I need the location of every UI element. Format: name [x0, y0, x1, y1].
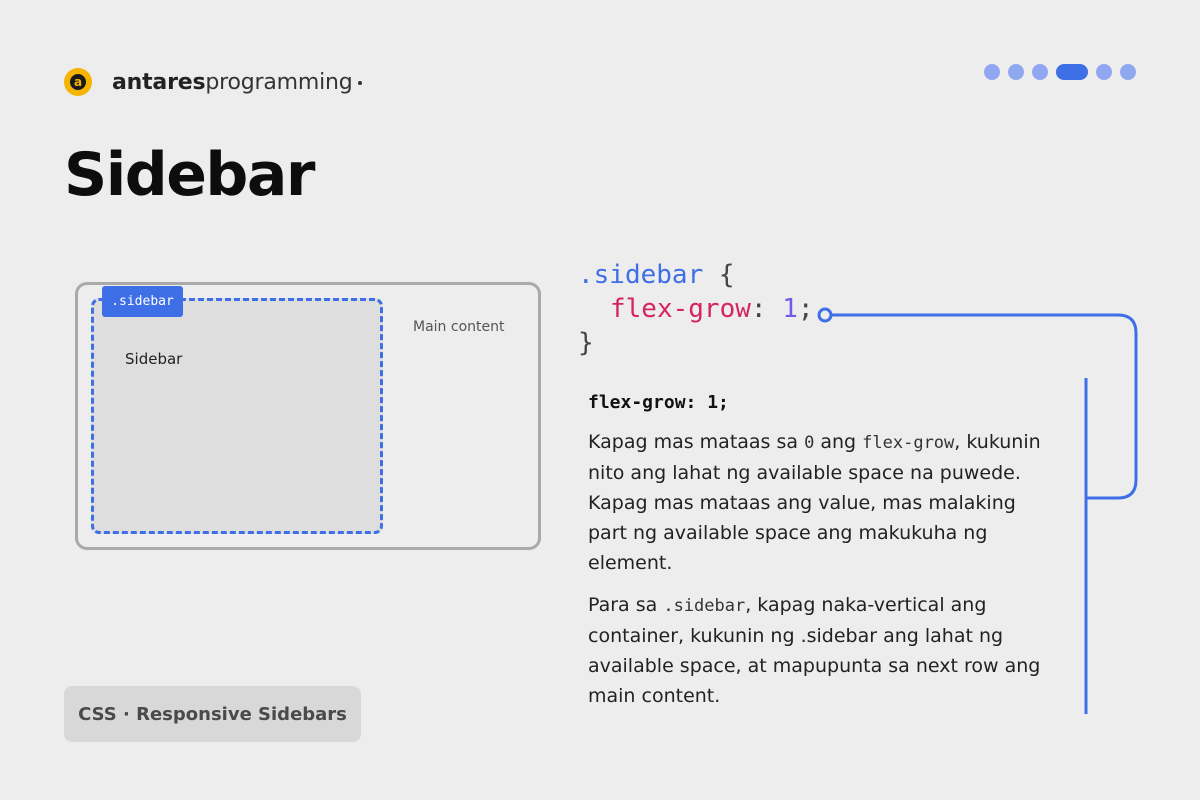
brand-dot — [357, 80, 362, 85]
description-paragraph-1: Kapag mas mataas sa 0 ang flex-grow, kuk… — [588, 427, 1058, 578]
code-close-brace: } — [578, 328, 594, 358]
sidebar-diagram-box: Sidebar — [91, 298, 383, 534]
sidebar-class-tag: .sidebar — [102, 286, 183, 317]
code-selector: .sidebar — [578, 260, 704, 290]
p1-text-mid: ang — [814, 431, 863, 453]
description-heading: flex-grow: 1; — [588, 392, 729, 413]
layout-diagram-container: Sidebar .sidebar Main content — [75, 282, 541, 550]
code-open-brace: { — [718, 260, 735, 290]
p1-text-pre: Kapag mas mataas sa — [588, 431, 805, 453]
pager-dot — [1096, 64, 1112, 80]
series-tag: CSS · Responsive Sidebars — [64, 686, 361, 742]
p1-code-zero: 0 — [804, 433, 815, 453]
p2-text-pre: Para sa — [588, 594, 664, 616]
pager-dot — [984, 64, 1000, 80]
pager-dot-active — [1056, 64, 1088, 80]
code-property: flex-grow — [610, 294, 751, 324]
logo-glyph: a — [70, 74, 86, 90]
brand-name-light: programming — [205, 69, 353, 95]
page-title: Sidebar — [64, 140, 315, 210]
sidebar-diagram-label: Sidebar — [125, 350, 183, 368]
description-paragraph-2: Para sa .sidebar, kapag naka-vertical an… — [588, 590, 1058, 711]
p2-code-sidebar: .sidebar — [663, 596, 746, 616]
slide-pager — [984, 64, 1136, 80]
code-line-1: .sidebar { — [578, 258, 814, 292]
p1-code-flex-grow: flex-grow — [862, 433, 955, 453]
pager-dot — [1032, 64, 1048, 80]
brand: a antaresprogramming — [64, 64, 362, 100]
css-code-snippet: .sidebar { flex-grow: 1; } — [578, 258, 814, 360]
main-content-label: Main content — [413, 319, 505, 335]
code-line-2: flex-grow: 1; — [578, 292, 814, 326]
code-line-3: } — [578, 326, 814, 360]
brand-name: antaresprogramming — [112, 70, 362, 95]
pager-dot — [1008, 64, 1024, 80]
code-value: 1 — [782, 294, 798, 324]
code-colon: : — [750, 294, 767, 324]
connector-start-circle — [817, 307, 833, 323]
description-panel: flex-grow: 1; Kapag mas mataas sa 0 ang … — [588, 392, 1058, 723]
code-semicolon: ; — [797, 294, 814, 324]
antares-logo-icon: a — [64, 68, 92, 96]
brand-name-bold: antares — [112, 69, 206, 95]
pager-dot — [1120, 64, 1136, 80]
